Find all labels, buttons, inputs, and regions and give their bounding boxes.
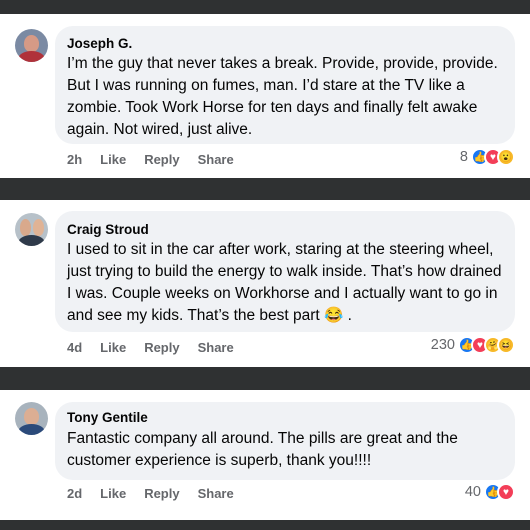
comment-text: I’m the guy that never takes a break. Pr… xyxy=(67,55,498,138)
avatar[interactable] xyxy=(15,213,48,246)
timestamp[interactable]: 2h xyxy=(67,152,82,167)
reply-button[interactable]: Reply xyxy=(144,340,179,355)
bottom-divider xyxy=(0,520,530,530)
comment-text: I used to sit in the car after work, sta… xyxy=(67,241,502,324)
like-button[interactable]: Like xyxy=(100,152,126,167)
comment-tony: Tony Gentile Fantastic company all aroun… xyxy=(0,390,530,520)
section-divider xyxy=(0,367,530,390)
like-button[interactable]: Like xyxy=(100,340,126,355)
timestamp[interactable]: 4d xyxy=(67,340,82,355)
share-button[interactable]: Share xyxy=(198,340,234,355)
comment-bubble: Craig Stroud I used to sit in the car af… xyxy=(55,211,515,332)
reply-button[interactable]: Reply xyxy=(144,486,179,501)
share-button[interactable]: Share xyxy=(198,486,234,501)
comment-bubble: Tony Gentile Fantastic company all aroun… xyxy=(55,402,515,480)
reaction-count: 230 xyxy=(430,337,455,353)
comment-text: Fantastic company all around. The pills … xyxy=(67,430,458,469)
commenter-name[interactable]: Craig Stroud xyxy=(67,222,149,237)
comment-actions: 2h Like Reply Share xyxy=(67,152,252,167)
comment-actions: 2d Like Reply Share xyxy=(67,486,252,501)
reaction-count: 8 xyxy=(459,149,468,165)
like-button[interactable]: Like xyxy=(100,486,126,501)
share-button[interactable]: Share xyxy=(198,152,234,167)
comment-actions: 4d Like Reply Share xyxy=(67,340,252,355)
reaction-count: 40 xyxy=(464,484,481,500)
reply-button[interactable]: Reply xyxy=(144,152,179,167)
reactions[interactable]: 230 👍 ♥ 🤗 😆 xyxy=(431,336,515,354)
haha-icon: 😆 xyxy=(497,336,515,354)
avatar[interactable] xyxy=(15,29,48,62)
comment-joseph: Joseph G. I’m the guy that never takes a… xyxy=(0,0,530,178)
commenter-name[interactable]: Joseph G. xyxy=(67,36,132,51)
commenter-name[interactable]: Tony Gentile xyxy=(67,410,148,425)
reactions[interactable]: 40 👍 ♥ xyxy=(465,483,515,501)
section-divider xyxy=(0,178,530,200)
love-icon: ♥ xyxy=(497,483,515,501)
avatar[interactable] xyxy=(15,402,48,435)
reactions[interactable]: 8 👍 ♥ 😮 xyxy=(460,148,515,166)
comment-bubble: Joseph G. I’m the guy that never takes a… xyxy=(55,26,515,144)
comment-craig: Craig Stroud I used to sit in the car af… xyxy=(0,200,530,367)
timestamp[interactable]: 2d xyxy=(67,486,82,501)
wow-icon: 😮 xyxy=(497,148,515,166)
